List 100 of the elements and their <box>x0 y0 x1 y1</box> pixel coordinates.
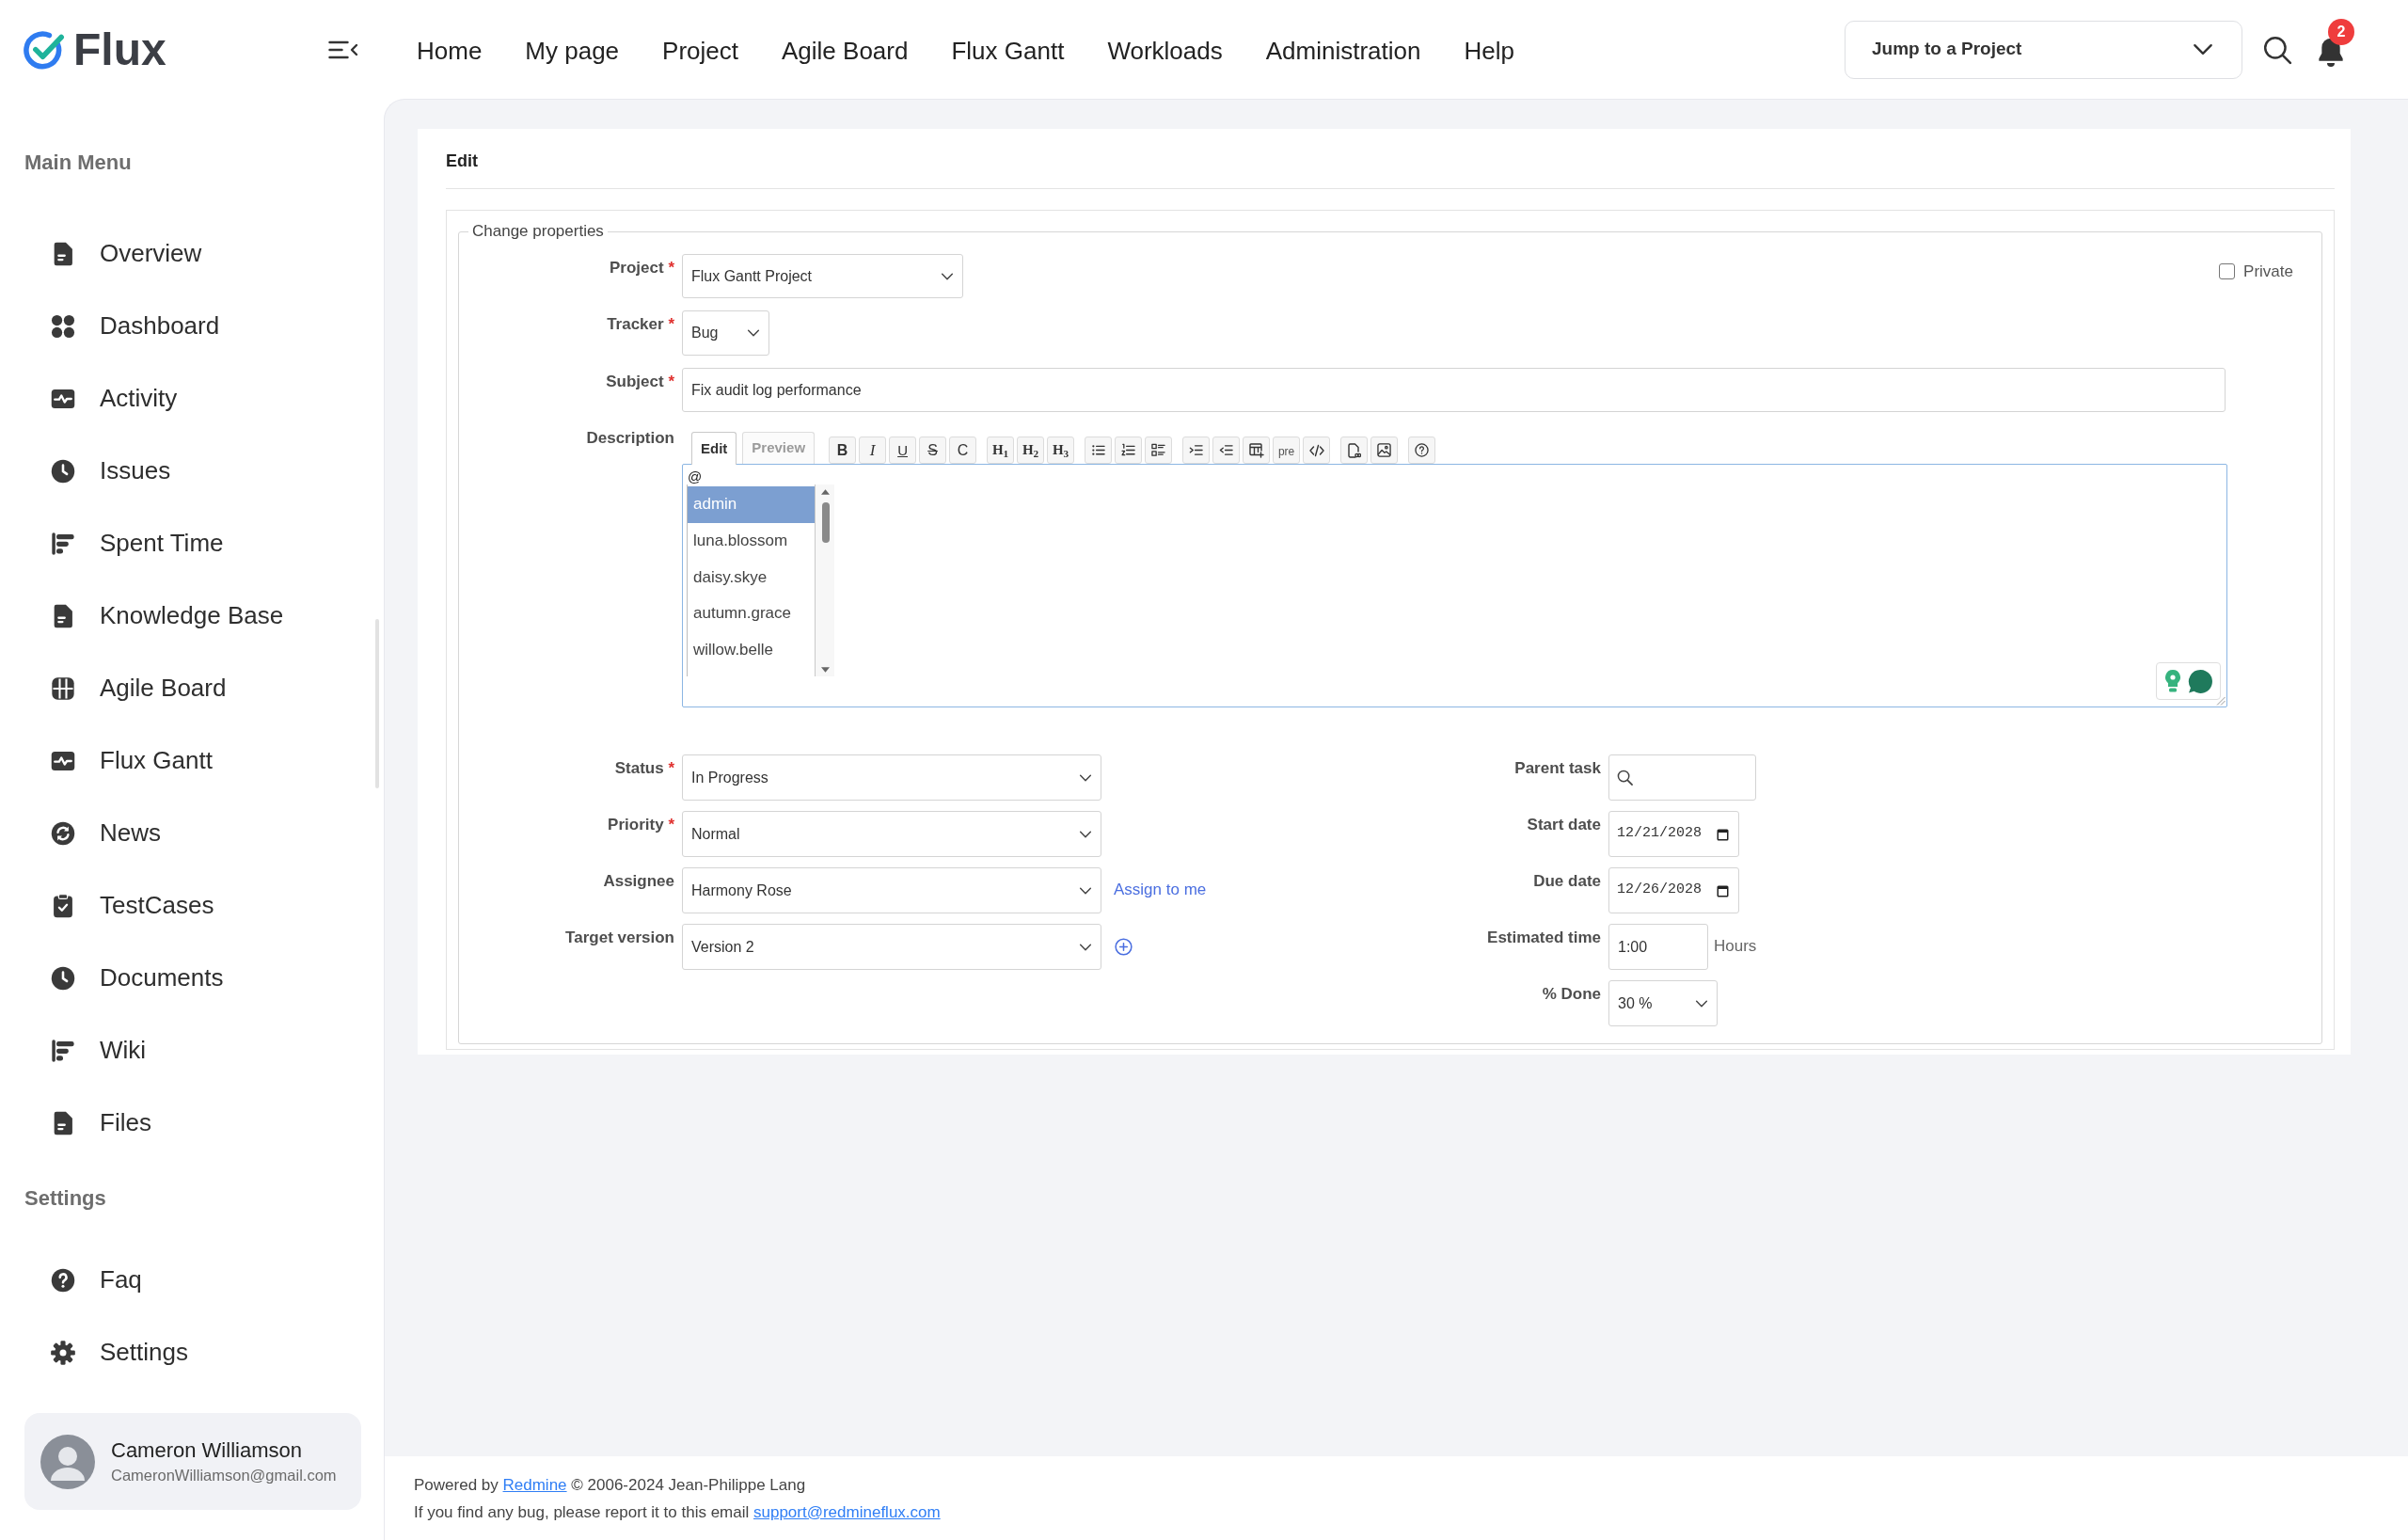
footer-link[interactable]: Redmine <box>502 1476 567 1494</box>
scrollbar-thumb[interactable] <box>821 502 830 543</box>
field-label: Due date <box>1533 872 1601 890</box>
field-label: Status * <box>614 759 674 777</box>
scroll-up-icon[interactable] <box>821 489 830 495</box>
clock-icon <box>50 964 76 992</box>
nav-link[interactable]: Project <box>662 33 738 70</box>
code-brackets-icon <box>1308 442 1324 458</box>
preformatted-button[interactable]: pre <box>1273 437 1301 464</box>
notification-badge: 2 <box>2328 18 2354 45</box>
checkbox[interactable] <box>2219 263 2236 280</box>
text-input[interactable]: 1:00 <box>1608 924 1708 970</box>
nav-link[interactable]: Administration <box>1265 33 1421 70</box>
calendar-icon <box>1717 883 1729 897</box>
bullet-list-icon <box>1091 443 1106 457</box>
chevron-down-icon <box>747 329 760 337</box>
help-icon <box>50 1266 76 1294</box>
clock-icon <box>50 457 76 484</box>
section-title: Edit <box>446 151 479 171</box>
sidebar-item[interactable]: Faq <box>24 1244 359 1316</box>
nav-link[interactable]: Workloads <box>1107 33 1223 70</box>
footer-text: Powered by Redmine © 2006-2024 Jean-Philippe Lang <box>414 1475 807 1496</box>
help-button[interactable] <box>1408 437 1436 464</box>
strikethrough-button[interactable]: S <box>919 437 947 464</box>
outdent-button[interactable] <box>1212 437 1241 464</box>
chevron-down-icon <box>1695 999 1708 1008</box>
chevron-down-icon <box>1079 943 1092 951</box>
nav-link[interactable]: Flux Gantt <box>951 33 1065 70</box>
search-icon[interactable] <box>2262 34 2292 65</box>
editor-tab[interactable]: Edit <box>691 432 737 465</box>
table-button[interactable] <box>1243 437 1271 464</box>
numbered-list-icon <box>1121 443 1136 457</box>
numbered-list-button[interactable] <box>1115 437 1143 464</box>
project-jump-select[interactable]: Jump to a Project <box>1845 20 2242 79</box>
field-label: Estimated time <box>1487 929 1601 946</box>
bell-icon[interactable] <box>2318 37 2344 68</box>
sidebar-item[interactable]: Issues <box>24 435 359 507</box>
scroll-down-icon[interactable] <box>821 667 830 673</box>
bullet-list-button[interactable] <box>1085 437 1113 464</box>
dropdown[interactable]: Bug <box>682 310 769 356</box>
sidebar-item[interactable]: Files <box>24 1087 359 1159</box>
image-icon <box>1377 443 1392 457</box>
sidebar-item[interactable]: Dashboard <box>24 290 359 362</box>
date-input[interactable]: 12/21/2028 <box>1608 811 1739 857</box>
text-input[interactable]: Fix audit log performance <box>682 368 2226 412</box>
section-heading: Main Menu <box>24 150 133 176</box>
italic-button[interactable]: I <box>859 437 887 464</box>
nav-link[interactable]: My page <box>525 33 620 70</box>
assign-link[interactable]: Assign to me <box>1114 881 1207 899</box>
nav-link[interactable]: Agile Board <box>782 33 909 70</box>
sidebar-item[interactable]: Wiki <box>24 1014 359 1087</box>
underline-button[interactable]: U <box>889 437 917 464</box>
inline-code-button[interactable]: C <box>949 437 977 464</box>
chat-bubble-icon[interactable] <box>2188 668 2213 694</box>
task-list-button[interactable] <box>1145 437 1173 464</box>
table-plus-icon <box>1248 442 1264 458</box>
footer-link[interactable]: support@redmineflux.com <box>753 1503 941 1521</box>
date-input[interactable]: 12/26/2028 <box>1608 867 1739 913</box>
sidebar-item[interactable]: News <box>24 797 359 869</box>
sidebar-item[interactable]: Activity <box>24 362 359 435</box>
field-label: Target version <box>565 929 674 946</box>
user-email: CameronWilliamson@gmail.com <box>111 1465 337 1485</box>
nav-link[interactable]: Help <box>1464 33 1514 70</box>
lightbulb-icon[interactable] <box>2163 669 2182 693</box>
dropdown[interactable]: Flux Gantt Project <box>682 254 963 298</box>
refresh-icon <box>50 819 76 847</box>
indent-button[interactable] <box>1182 437 1211 464</box>
heading-button[interactable]: H$_{3}$ <box>1047 437 1075 464</box>
image-button[interactable] <box>1370 437 1399 464</box>
sidebar-item[interactable]: Overview <box>24 217 359 290</box>
sidebar-item[interactable]: TestCases <box>24 869 359 942</box>
field-label: % Done <box>1542 985 1601 1003</box>
nav-link[interactable]: Home <box>417 33 483 70</box>
chevron-down-icon <box>941 272 954 280</box>
unit-label: Hours <box>1714 937 1757 956</box>
sidebar-item[interactable]: Flux Gantt <box>24 724 359 797</box>
attachment-button[interactable] <box>1340 437 1369 464</box>
logo-text: Flux <box>73 26 166 72</box>
help-icon <box>1415 443 1430 457</box>
dropdown[interactable]: Normal <box>682 811 1101 857</box>
dropdown[interactable]: In Progress <box>682 754 1101 801</box>
menu-icon[interactable] <box>328 40 358 59</box>
heading-button[interactable]: H$_{2}$ <box>1017 437 1045 464</box>
dropdown[interactable]: Version 2 <box>682 924 1101 970</box>
add-circle-icon[interactable] <box>1115 938 1133 956</box>
heading-button[interactable]: H$_{1}$ <box>987 437 1015 464</box>
field-label: Tracker * <box>607 315 674 333</box>
code-block-button[interactable] <box>1303 437 1331 464</box>
field-label: Project * <box>610 259 674 277</box>
sidebar-item[interactable]: Spent Time <box>24 507 359 579</box>
sidebar-item[interactable]: Settings <box>24 1316 359 1389</box>
sidebar-item[interactable]: Documents <box>24 942 359 1014</box>
dropdown[interactable]: 30 % <box>1608 980 1718 1026</box>
bold-button[interactable]: B <box>829 437 857 464</box>
sidebar-item[interactable]: Knowledge Base <box>24 579 359 652</box>
dropdown[interactable]: Harmony Rose <box>682 867 1101 913</box>
search-input[interactable] <box>1608 754 1756 801</box>
sidebar-item[interactable]: Agile Board <box>24 652 359 724</box>
description-textarea[interactable]: @ admin luna.blossom daisy.skye autumn.grace willow.belle <box>682 464 2227 707</box>
bars-icon <box>50 1037 76 1064</box>
